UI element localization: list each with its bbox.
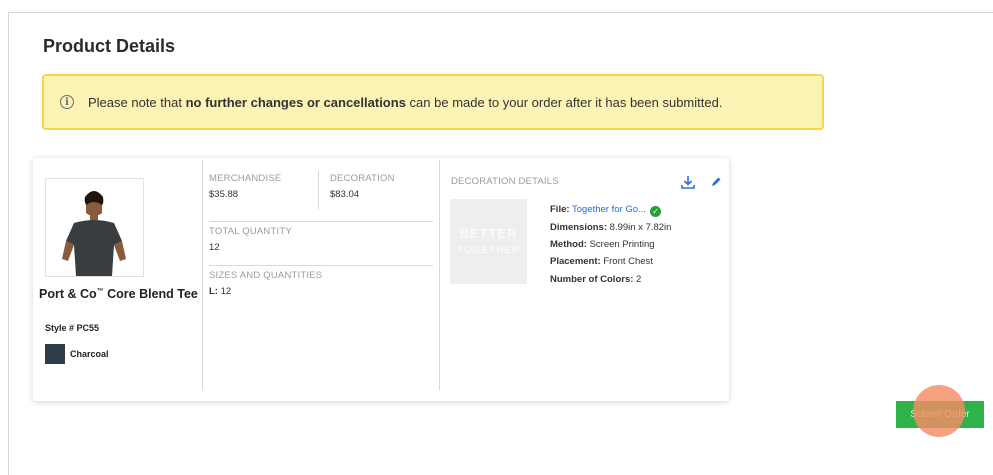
notice-banner: i Please note that no further changes or… bbox=[42, 74, 824, 130]
file-detail: File: Together for Go... ✓ bbox=[550, 204, 661, 217]
size-quantity: L: 12 bbox=[209, 286, 231, 297]
file-label: File: bbox=[550, 204, 570, 215]
notice-suffix: can be made to your order after it has b… bbox=[409, 94, 723, 110]
method-label: Method: bbox=[550, 239, 587, 250]
placement-label: Placement: bbox=[550, 256, 601, 267]
design-text-line: TOGETHER bbox=[456, 244, 521, 256]
color-name: Charcoal bbox=[70, 349, 109, 359]
design-text-line: BETTER bbox=[459, 225, 518, 241]
size-value: 12 bbox=[220, 286, 232, 297]
method-value: Screen Printing bbox=[589, 239, 655, 250]
product-name: Port & Co™ Core Blend Tee bbox=[39, 284, 199, 302]
color-swatch bbox=[45, 344, 65, 364]
tshirt-model-image bbox=[46, 179, 143, 276]
product-card: Port & Co™ Core Blend Tee Style # PC55 C… bbox=[33, 158, 729, 401]
notice-prefix: Please note that bbox=[88, 94, 182, 110]
colors-detail: Number of Colors: 2 bbox=[550, 274, 641, 285]
sizes-label: SIZES AND QUANTITIES bbox=[209, 270, 323, 281]
size-key: L: bbox=[209, 286, 218, 297]
column-divider bbox=[439, 160, 440, 390]
decoration-value: $83.04 bbox=[330, 189, 360, 200]
product-name-rest: Core Blend Tee bbox=[107, 287, 198, 302]
submit-order-button[interactable]: Submit Order bbox=[896, 401, 984, 428]
price-divider bbox=[318, 171, 319, 209]
total-quantity-value: 12 bbox=[209, 242, 220, 253]
file-link[interactable]: Together for Go... bbox=[572, 204, 646, 215]
dimensions-label: Dimensions: bbox=[550, 222, 608, 233]
dimensions-detail: Dimensions: 8.99in x 7.82in bbox=[550, 222, 671, 233]
page-title: Product Details bbox=[43, 36, 176, 56]
notice-text: Please note that no further changes or c… bbox=[88, 95, 722, 110]
merchandise-value: $35.88 bbox=[209, 189, 239, 200]
placement-value: Front Chest bbox=[603, 256, 653, 267]
style-number: Style # PC55 bbox=[45, 323, 100, 333]
design-thumbnail[interactable]: BETTER TOGETHER bbox=[450, 199, 527, 284]
download-icon[interactable] bbox=[680, 174, 696, 190]
notice-bold: no further changes or cancellations bbox=[185, 94, 406, 110]
column-divider bbox=[202, 160, 203, 390]
decoration-details-label: DECORATION DETAILS bbox=[451, 176, 559, 187]
info-icon: i bbox=[60, 95, 74, 109]
section-divider bbox=[209, 265, 433, 266]
method-detail: Method: Screen Printing bbox=[550, 239, 655, 250]
checkmark-icon: ✓ bbox=[649, 206, 661, 217]
section-divider bbox=[209, 221, 433, 222]
product-name-brand: Port & Co bbox=[39, 287, 97, 302]
placement-detail: Placement: Front Chest bbox=[550, 256, 653, 267]
colors-value: 2 bbox=[636, 274, 642, 285]
decoration-label: DECORATION bbox=[330, 173, 395, 184]
dimensions-value: 8.99in x 7.82in bbox=[609, 222, 672, 233]
product-image[interactable] bbox=[45, 178, 144, 277]
trademark-symbol: ™ bbox=[96, 288, 104, 295]
edit-pencil-icon[interactable] bbox=[710, 176, 722, 188]
total-quantity-label: TOTAL QUANTITY bbox=[209, 226, 292, 237]
colors-label: Number of Colors: bbox=[550, 274, 634, 285]
merchandise-label: MERCHANDISE bbox=[209, 173, 282, 184]
